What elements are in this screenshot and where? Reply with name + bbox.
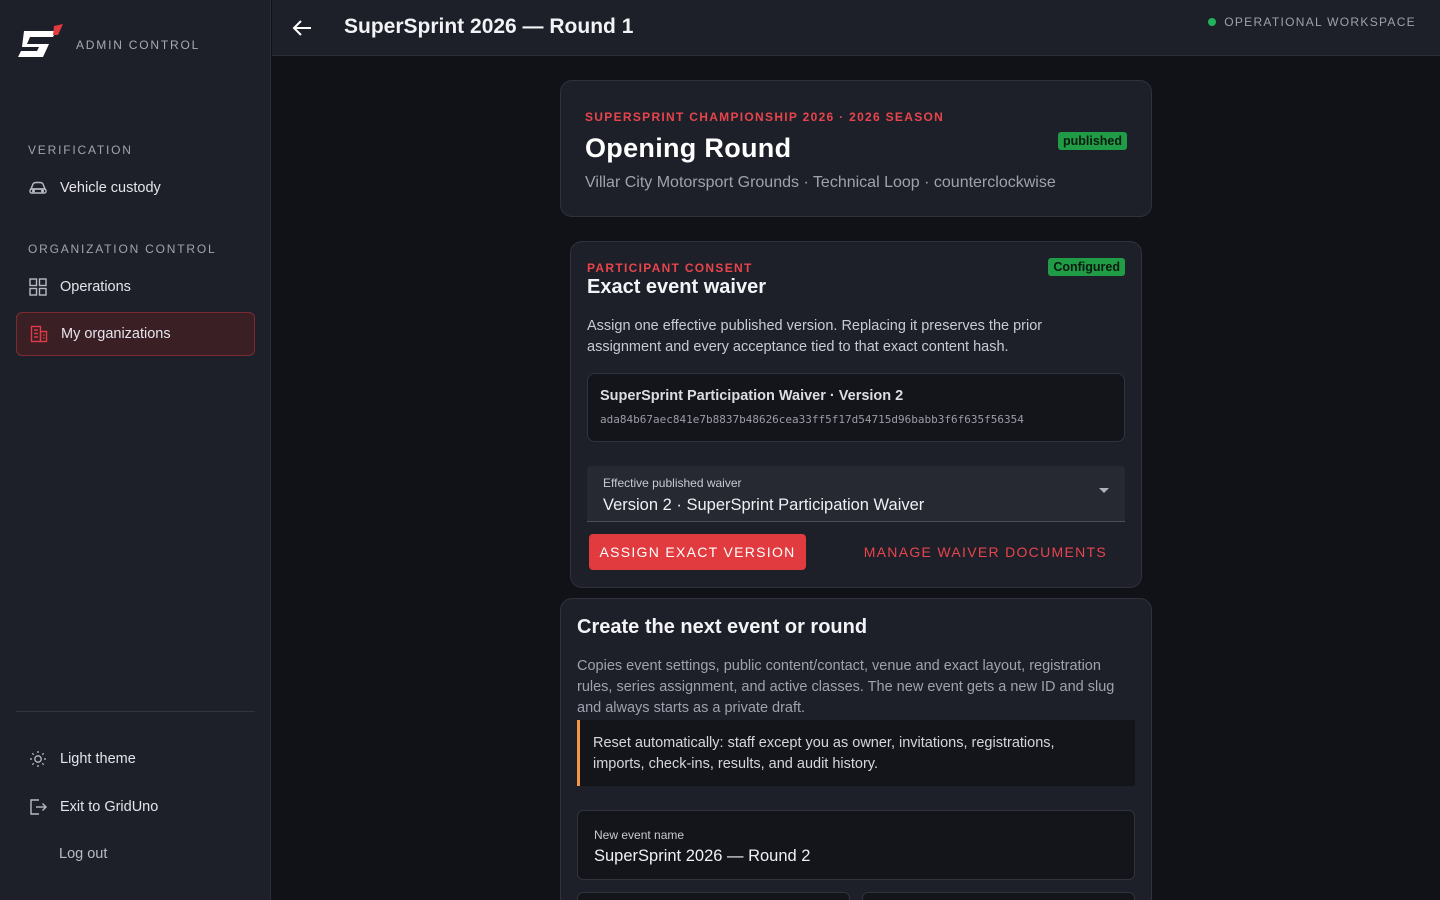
document-name: SuperSprint Participation Waiver · Versi…: [600, 388, 904, 404]
theme-toggle-label: Light theme: [60, 751, 136, 767]
venue-subtitle: Villar City Motorsport Grounds · Technic…: [585, 174, 1056, 191]
sidebar-item-my-organizations[interactable]: My organizations: [16, 312, 255, 356]
sidebar: ADMIN CONTROL VERIFICATION Vehicle custo…: [0, 0, 271, 900]
brand-label: ADMIN CONTROL: [76, 38, 201, 52]
next-event-description: Copies event settings, public content/co…: [577, 658, 1115, 716]
status-dot-icon: [1208, 18, 1217, 26]
section-verification: VERIFICATION: [28, 143, 133, 157]
waiver-description: Assign one effective published version. …: [587, 318, 1043, 355]
sidebar-item-label: Vehicle custody: [60, 180, 161, 196]
topbar: SuperSprint 2026 — Round 1 OPERATIONAL W…: [272, 0, 1440, 56]
page-title: SuperSprint 2026 — Round 1: [344, 15, 634, 38]
workspace-status-label: OPERATIONAL WORKSPACE: [1224, 15, 1416, 29]
sidebar-item-operations[interactable]: Operations: [16, 265, 255, 309]
select-value: Version 2 · SuperSprint Participation Wa…: [603, 496, 925, 514]
configured-badge: Configured: [1048, 258, 1125, 276]
waiver-title: Exact event waiver: [587, 276, 766, 298]
sun-icon: [28, 749, 48, 769]
status-badge: published: [1057, 132, 1127, 150]
sidebar-item-label: My organizations: [61, 326, 171, 342]
exit-link-label: Exit to GridUno: [60, 799, 159, 815]
select-label: Effective published waiver: [603, 476, 742, 490]
event-hero-card: SUPERSPRINT CHAMPIONSHIP 2026 · 2026 SEA…: [560, 80, 1152, 217]
field-value: SuperSprint 2026 — Round 2: [594, 847, 811, 865]
manage-waivers-button[interactable]: MANAGE WAIVER DOCUMENTS: [864, 544, 1107, 560]
brand[interactable]: ADMIN CONTROL: [16, 24, 200, 64]
logout-link[interactable]: Log out: [59, 846, 107, 862]
car-icon: [28, 178, 48, 198]
next-event-title: Create the next event or round: [577, 616, 868, 638]
sidebar-item-label: Operations: [60, 279, 131, 295]
arrow-left-icon: [292, 20, 311, 36]
sidebar-divider: [16, 711, 255, 712]
field-label: New event name: [594, 828, 685, 842]
theme-toggle[interactable]: Light theme: [16, 737, 255, 781]
content-hash: ada84b67aec841e7b8837b48626cea33ff5f17d5…: [600, 413, 1024, 426]
waiver-card: PARTICIPANT CONSENT Configured Exact eve…: [570, 241, 1142, 588]
next-field-left[interactable]: [577, 892, 850, 900]
workspace-status: OPERATIONAL WORKSPACE: [1208, 15, 1416, 29]
exit-link[interactable]: Exit to GridUno: [16, 785, 255, 829]
section-organization-control: ORGANIZATION CONTROL: [28, 242, 217, 256]
chevron-down-icon: [1099, 488, 1109, 493]
waiver-version-select[interactable]: Effective published waiver Version 2 · S…: [587, 466, 1125, 522]
reset-warning: Reset automatically: staff except you as…: [577, 720, 1135, 786]
back-button[interactable]: [288, 14, 316, 42]
exit-icon: [28, 797, 48, 817]
next-field-right[interactable]: [862, 892, 1135, 900]
sidebar-item-vehicle-custody[interactable]: Vehicle custody: [16, 166, 255, 210]
next-event-card: Create the next event or round Copies ev…: [560, 598, 1152, 900]
new-event-name-field[interactable]: New event name SuperSprint 2026 — Round …: [577, 810, 1135, 880]
consent-eyebrow: PARTICIPANT CONSENT: [587, 261, 753, 275]
championship-eyebrow: SUPERSPRINT CHAMPIONSHIP 2026 · 2026 SEA…: [585, 110, 945, 124]
gridsprint-logo: [18, 24, 63, 57]
event-title: Opening Round: [585, 133, 792, 163]
grid-icon: [28, 277, 48, 297]
reset-warning-text: Reset automatically: staff except you as…: [593, 735, 1055, 772]
current-waiver-document: SuperSprint Participation Waiver · Versi…: [587, 373, 1125, 442]
building-icon: [29, 324, 49, 344]
assign-version-button[interactable]: ASSIGN EXACT VERSION: [589, 534, 806, 570]
